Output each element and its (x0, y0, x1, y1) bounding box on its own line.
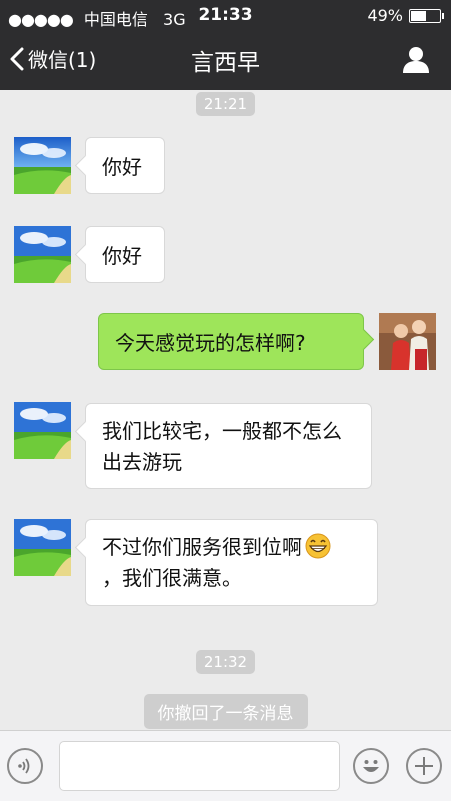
contact-avatar[interactable] (14, 226, 71, 283)
message-text: 我们比较宅，一般都不怎么出去游玩 (102, 419, 342, 474)
grin-emoji-icon (305, 533, 331, 559)
person-icon (403, 47, 429, 73)
avatar-image (14, 402, 71, 459)
message-bubble-incoming[interactable]: 你好 (85, 226, 165, 283)
recall-notice-text: 你撤回了一条消息 (143, 694, 308, 729)
avatar-image (14, 137, 71, 194)
avatar-photo (379, 313, 436, 370)
voice-button[interactable] (7, 748, 43, 784)
timestamp-label: 21:21 (195, 92, 256, 116)
chat-info-button[interactable] (401, 44, 431, 74)
message-bubble-outgoing[interactable]: 今天感觉玩的怎样啊? (98, 313, 364, 370)
battery-percent: 49% (367, 6, 403, 25)
recall-notice: 你撤回了一条消息 (0, 694, 451, 729)
smiley-icon (363, 760, 379, 772)
chevron-left-icon (10, 47, 24, 70)
message-bubble-incoming[interactable]: 我们比较宅，一般都不怎么出去游玩 (85, 403, 372, 489)
input-bar (0, 730, 451, 801)
battery-icon (409, 8, 444, 23)
avatar-image (14, 519, 71, 576)
add-button[interactable] (406, 748, 442, 784)
contact-avatar[interactable] (14, 402, 71, 459)
my-avatar[interactable] (379, 313, 436, 370)
back-label: 微信(1) (28, 48, 97, 72)
status-right: 49% (367, 6, 444, 25)
voice-icon (18, 758, 30, 774)
contact-avatar[interactable] (14, 519, 71, 576)
emoji-button[interactable] (353, 748, 389, 784)
timestamp-label: 21:32 (195, 650, 256, 674)
avatar-image (14, 226, 71, 283)
message-bubble-incoming[interactable]: 你好 (85, 137, 165, 194)
message-text: 你好 (102, 244, 142, 268)
message-text: 不过你们服务很到位啊 (102, 535, 302, 559)
contact-avatar[interactable] (14, 137, 71, 194)
message-text: 今天感觉玩的怎样啊? (115, 331, 306, 355)
status-bar: ●●●●● 中国电信 3G 21:33 49% (0, 0, 451, 30)
message-input[interactable] (59, 741, 340, 791)
timestamp: 21:21 (0, 92, 451, 116)
plus-icon (415, 757, 433, 775)
timestamp: 21:32 (0, 650, 451, 674)
message-bubble-incoming[interactable]: 不过你们服务很到位啊 ，我们很满意。 (85, 519, 378, 606)
back-button[interactable]: 微信(1) (10, 44, 96, 73)
message-text: 你好 (102, 155, 142, 179)
nav-bar: 微信(1) 言西早 (0, 30, 451, 90)
message-text-continued: ，我们很满意。 (102, 566, 242, 590)
